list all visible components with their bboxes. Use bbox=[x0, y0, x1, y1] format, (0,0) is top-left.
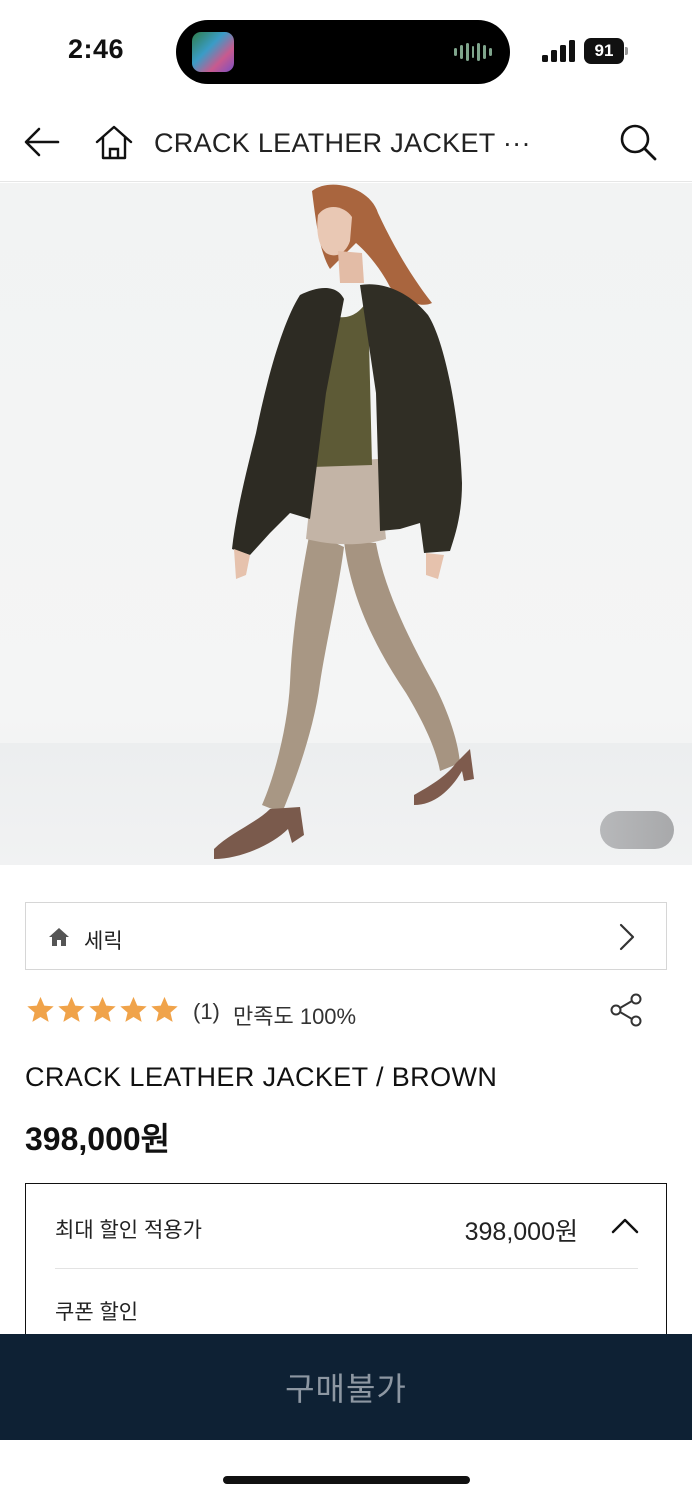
divider bbox=[55, 1268, 638, 1269]
model-illustration bbox=[214, 184, 474, 859]
product-name: CRACK LEATHER JACKET / BROWN bbox=[25, 1062, 498, 1092]
star-icon bbox=[27, 996, 54, 1022]
chevron-right-icon bbox=[619, 923, 635, 951]
brand-name: 세릭 bbox=[84, 930, 123, 953]
status-bar: 2:46 91 bbox=[0, 0, 692, 100]
status-time: 2:46 bbox=[68, 34, 125, 64]
rating-row: (1) 만족도 100% bbox=[25, 992, 667, 1032]
top-nav-bar: CRACK LEATHER JACKET ··· bbox=[0, 100, 692, 182]
max-discount-label: 최대 할인 적용가 bbox=[55, 1219, 202, 1242]
dynamic-island bbox=[176, 20, 510, 84]
product-image[interactable] bbox=[0, 183, 692, 865]
page-title: CRACK LEATHER JACKET ··· bbox=[154, 128, 531, 158]
arrow-left-icon[interactable] bbox=[22, 122, 62, 162]
buy-button-label: 구매불가 bbox=[285, 1371, 407, 1407]
coupon-discount-label: 쿠폰 할인 bbox=[55, 1301, 139, 1324]
image-pager-indicator bbox=[600, 811, 674, 849]
satisfaction-text: 만족도 100% bbox=[233, 1004, 357, 1029]
chevron-up-icon[interactable] bbox=[610, 1214, 640, 1238]
battery-level: 91 bbox=[584, 38, 624, 64]
star-rating bbox=[25, 992, 180, 1030]
home-icon bbox=[49, 928, 69, 946]
search-icon[interactable] bbox=[618, 122, 658, 162]
signal-icon bbox=[542, 40, 575, 62]
battery-icon: 91 bbox=[584, 38, 628, 64]
star-icon bbox=[151, 996, 178, 1022]
home-indicator[interactable] bbox=[223, 1476, 470, 1484]
star-icon bbox=[120, 996, 147, 1022]
max-discount-value: 398,000원 bbox=[464, 1218, 578, 1246]
app-activity-icon bbox=[192, 32, 234, 72]
audio-wave-icon bbox=[454, 42, 493, 62]
home-icon[interactable] bbox=[94, 122, 134, 162]
share-icon[interactable] bbox=[609, 992, 645, 1028]
review-count[interactable]: (1) bbox=[193, 999, 220, 1025]
star-icon bbox=[89, 996, 116, 1022]
brand-link[interactable]: 세릭 bbox=[25, 902, 667, 970]
star-icon bbox=[58, 996, 85, 1022]
buy-unavailable-button[interactable]: 구매불가 bbox=[0, 1334, 692, 1440]
product-price: 398,000원 bbox=[25, 1121, 171, 1157]
